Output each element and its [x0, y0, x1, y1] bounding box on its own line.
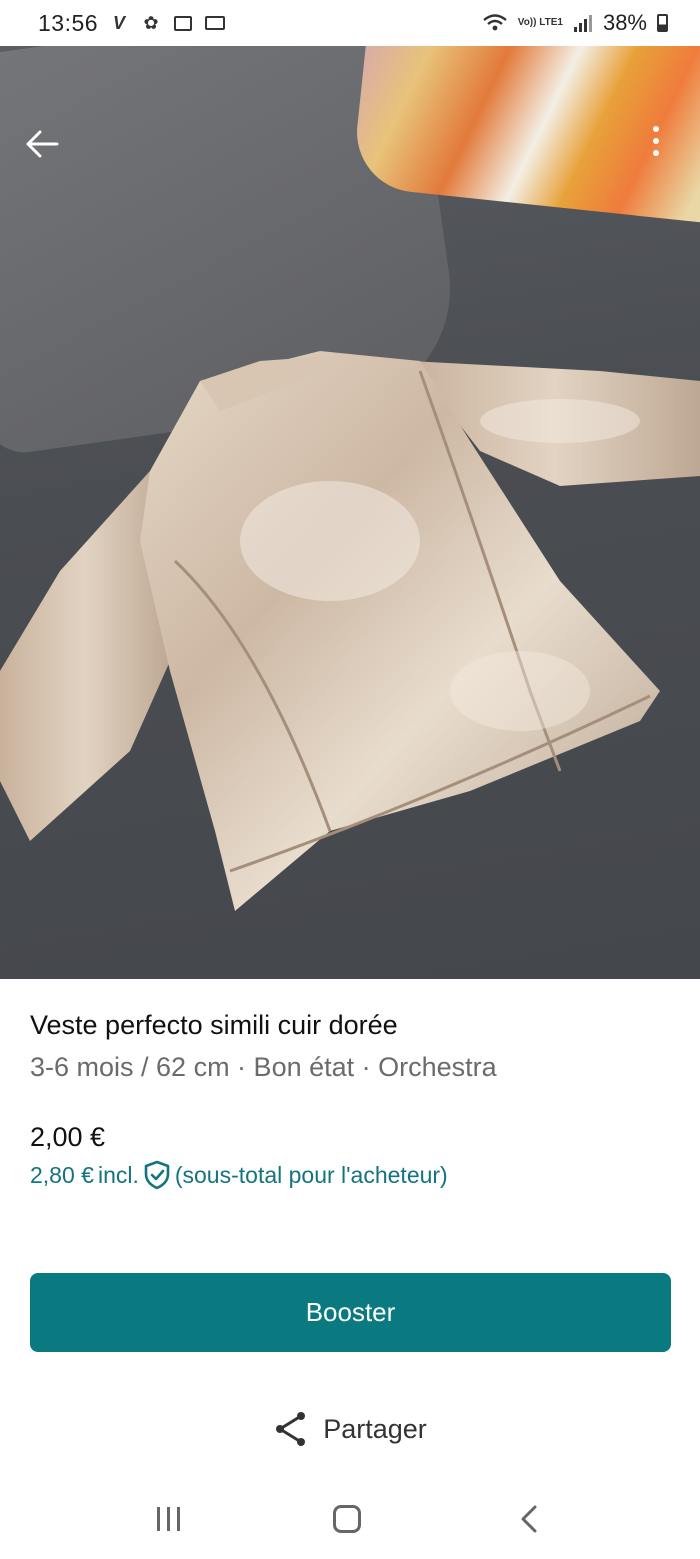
price-incl-amount: 2,80 € — [30, 1161, 94, 1188]
status-time: 13:56 — [38, 9, 99, 36]
arrow-left-icon — [26, 130, 59, 158]
price-incl-label: incl. — [97, 1161, 139, 1188]
message-icon — [204, 12, 226, 34]
share-label: Partager — [323, 1413, 427, 1444]
shield-check-icon — [144, 1160, 170, 1190]
product-photo-jacket — [0, 351, 700, 911]
gallery-icon — [172, 12, 194, 34]
settings-icon: ✿ — [143, 12, 159, 33]
booster-button[interactable]: Booster — [30, 1273, 671, 1352]
item-price: 2,00 € — [30, 1122, 106, 1152]
system-nav-bar — [0, 1478, 700, 1559]
home-button[interactable] — [332, 1504, 361, 1533]
status-bar: 13:56 V ✿ Vo)) LTE1 38% — [0, 0, 700, 46]
share-button[interactable]: Partager — [0, 1410, 700, 1448]
battery-percent: 38% — [602, 10, 647, 35]
item-title: Veste perfecto simili cuir dorée — [30, 1010, 398, 1040]
item-details: 3-6 mois / 62 cm · Bon état · Orchestra — [30, 1052, 497, 1082]
network-label: Vo)) LTE1 — [517, 17, 563, 28]
more-options-button[interactable] — [640, 118, 672, 164]
signal-icon — [573, 15, 592, 32]
v-app-icon: V — [113, 12, 126, 33]
status-right: Vo)) LTE1 38% — [482, 10, 668, 36]
battery-icon — [657, 14, 668, 32]
product-photo-carousel[interactable] — [0, 46, 700, 979]
back-button[interactable] — [22, 124, 62, 164]
buyer-protection-price[interactable]: 2,80 € incl. (sous-total pour l'acheteur… — [30, 1160, 448, 1190]
wifi-icon — [483, 14, 507, 31]
recent-apps-button[interactable] — [156, 1506, 180, 1531]
share-icon — [276, 1412, 306, 1446]
price-incl-note: (sous-total pour l'acheteur) — [174, 1161, 448, 1188]
status-left: 13:56 V ✿ — [38, 10, 226, 37]
more-vert-icon — [653, 126, 659, 132]
chevron-left-icon — [521, 1505, 536, 1532]
system-back-button[interactable] — [514, 1504, 544, 1534]
